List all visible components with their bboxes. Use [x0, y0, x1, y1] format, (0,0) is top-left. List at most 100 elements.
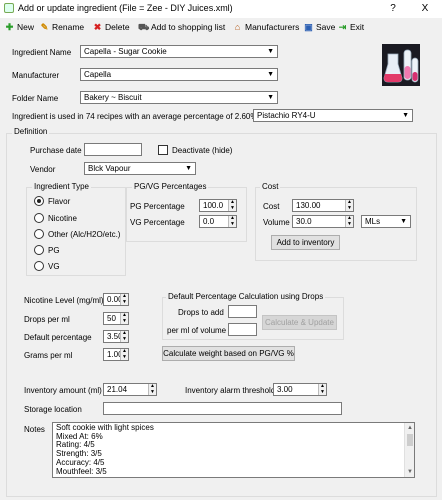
radio-flavor-label: Flavor — [48, 197, 71, 206]
vg-percentage-value: 0.0 — [203, 217, 215, 226]
drops-per-ml-spinner[interactable]: 50 ▲ ▼ — [103, 312, 129, 325]
drops-calculation-title: Default Percentage Calculation using Dro… — [166, 292, 326, 301]
spinner-arrows-icon[interactable]: ▲ ▼ — [148, 383, 156, 395]
radio-nicotine-label: Nicotine — [48, 214, 77, 223]
new-button[interactable]: ✚ New — [4, 19, 34, 35]
save-button[interactable]: ▣ Save — [303, 19, 335, 35]
recipe-dropdown[interactable]: Pistachio RY4-U ▼ — [253, 109, 413, 122]
drops-to-add-label: Drops to add — [178, 308, 224, 317]
calculate-update-button[interactable]: Calculate & Update — [262, 315, 337, 330]
exit-button[interactable]: ⇥ Exit — [337, 19, 364, 35]
delete-icon: ✖ — [93, 21, 102, 32]
ingredient-name-value: Capella - Sugar Cookie — [84, 47, 167, 56]
notes-line: Soft cookie with light spices — [56, 423, 154, 432]
ingredient-type-title: Ingredient Type — [32, 182, 92, 191]
rename-label: Rename — [52, 22, 85, 32]
unit-dropdown[interactable]: MLs ▼ — [361, 215, 411, 228]
per-ml-of-volume-input[interactable] — [228, 323, 257, 336]
delete-button[interactable]: ✖ Delete — [92, 19, 130, 35]
calculate-weight-button[interactable]: Calculate weight based on PG/VG % — [162, 346, 295, 361]
radio-other[interactable] — [34, 229, 44, 239]
grams-per-ml-spinner[interactable]: 1.000 ▲ ▼ — [103, 348, 129, 361]
deactivate-checkbox[interactable] — [158, 145, 168, 155]
scroll-up-icon[interactable]: ▲ — [407, 424, 413, 433]
radio-nicotine[interactable] — [34, 213, 44, 223]
default-percentage-label: Default percentage — [24, 333, 92, 342]
spinner-arrows-icon[interactable]: ▲ ▼ — [318, 383, 326, 395]
scrollbar-thumb[interactable] — [407, 434, 413, 446]
storage-location-input[interactable] — [103, 402, 342, 415]
vg-percentage-spinner[interactable]: 0.0 ▲ ▼ — [199, 215, 237, 228]
volume-spinner[interactable]: 30.0 ▲ ▼ — [292, 215, 354, 228]
spinner-arrows-icon[interactable]: ▲ ▼ — [345, 215, 353, 227]
spinner-arrows-icon[interactable]: ▲ ▼ — [345, 199, 353, 211]
spinner-arrows-icon[interactable]: ▲ ▼ — [228, 199, 236, 211]
cost-label: Cost — [263, 202, 280, 211]
purchase-date-label: Purchase date — [30, 146, 82, 155]
inventory-amount-spinner[interactable]: 21.04 ▲ ▼ — [103, 383, 157, 396]
spinner-arrows-icon[interactable]: ▲ ▼ — [120, 330, 128, 342]
notes-line: Accuracy: 4/5 — [56, 457, 105, 467]
manufacturers-label: Manufacturers — [245, 22, 300, 32]
scroll-down-icon[interactable]: ▼ — [407, 468, 413, 477]
notes-textarea[interactable]: Soft cookie with light spices Mixed At: … — [52, 422, 415, 478]
ingredient-name-dropdown[interactable]: Capella - Sugar Cookie ▼ — [80, 45, 278, 58]
drops-to-add-input[interactable] — [228, 305, 257, 318]
chevron-down-icon: ▼ — [267, 71, 274, 78]
inventory-alarm-label: Inventory alarm threshold — [185, 386, 276, 395]
notes-line: Strength: 3/5 — [56, 449, 102, 459]
purchase-date-input[interactable] — [84, 143, 142, 156]
close-button[interactable]: X — [414, 0, 436, 18]
vendor-dropdown[interactable]: Blck Vapour ▼ — [84, 162, 196, 175]
exit-label: Exit — [350, 22, 365, 32]
help-button[interactable]: ? — [382, 0, 404, 18]
chevron-down-icon: ▼ — [267, 48, 274, 55]
radio-vg[interactable] — [34, 261, 44, 271]
inventory-alarm-value: 3.00 — [277, 385, 293, 394]
folder-name-dropdown[interactable]: Bakery ~ Biscuit ▼ — [80, 91, 278, 104]
radio-vg-label: VG — [48, 262, 60, 271]
inventory-amount-value: 21.04 — [107, 385, 128, 394]
cost-spinner[interactable]: 130.00 ▲ ▼ — [292, 199, 354, 212]
grams-per-ml-label: Grams per ml — [24, 351, 73, 360]
folder-name-value: Bakery ~ Biscuit — [84, 93, 142, 102]
title-bar: Add or update ingredient (File = Zee - D… — [0, 0, 442, 18]
pg-percentage-label: PG Percentage — [130, 202, 185, 211]
manufacturer-dropdown[interactable]: Capella ▼ — [80, 68, 278, 81]
add-to-shopping-list-button[interactable]: ⛟ Add to shopping list — [138, 19, 225, 35]
spinner-arrows-icon[interactable]: ▲ ▼ — [120, 293, 128, 305]
flask-image-icon — [382, 44, 420, 86]
inventory-alarm-spinner[interactable]: 3.00 ▲ ▼ — [273, 383, 327, 396]
spinner-arrows-icon[interactable]: ▲ ▼ — [228, 215, 236, 227]
add-to-inventory-button[interactable]: Add to inventory — [271, 235, 340, 250]
radio-pg[interactable] — [34, 245, 44, 255]
notes-scrollbar[interactable]: ▲ ▼ — [404, 423, 414, 477]
storage-location-label: Storage location — [24, 405, 82, 414]
vg-percentage-label: VG Percentage — [130, 218, 185, 227]
volume-value: 30.0 — [296, 217, 312, 226]
nicotine-level-spinner[interactable]: 0.00 ▲ ▼ — [103, 293, 129, 306]
radio-flavor[interactable] — [34, 196, 44, 206]
notes-line: Mouthfeel: 3/5 — [56, 466, 107, 476]
manufacturers-button[interactable]: ⌂ Manufacturers — [232, 19, 300, 35]
save-icon: ▣ — [304, 21, 313, 32]
folder-name-label: Folder Name — [12, 94, 59, 103]
new-icon: ✚ — [5, 21, 14, 32]
manufacturer-label: Manufacturer — [12, 71, 60, 80]
per-ml-of-volume-label: per ml of volume — [167, 326, 227, 335]
delete-label: Delete — [105, 22, 130, 32]
notes-line: Rating: 4/5 — [56, 440, 95, 450]
default-percentage-spinner[interactable]: 3.500 ▲ ▼ — [103, 330, 129, 343]
vendor-value: Blck Vapour — [88, 164, 131, 173]
rename-button[interactable]: ✎ Rename — [39, 19, 84, 35]
spinner-arrows-icon[interactable]: ▲ ▼ — [120, 348, 128, 360]
spinner-arrows-icon[interactable]: ▲ ▼ — [120, 312, 128, 324]
vendor-label: Vendor — [30, 165, 56, 174]
exit-icon: ⇥ — [338, 21, 347, 32]
deactivate-label: Deactivate (hide) — [172, 146, 233, 155]
radio-pg-label: PG — [48, 246, 60, 255]
pg-percentage-spinner[interactable]: 100.0 ▲ ▼ — [199, 199, 237, 212]
inventory-amount-label: Inventory amount (ml) — [24, 386, 102, 395]
recipe-value: Pistachio RY4-U — [257, 111, 316, 120]
chevron-down-icon: ▼ — [267, 94, 274, 101]
